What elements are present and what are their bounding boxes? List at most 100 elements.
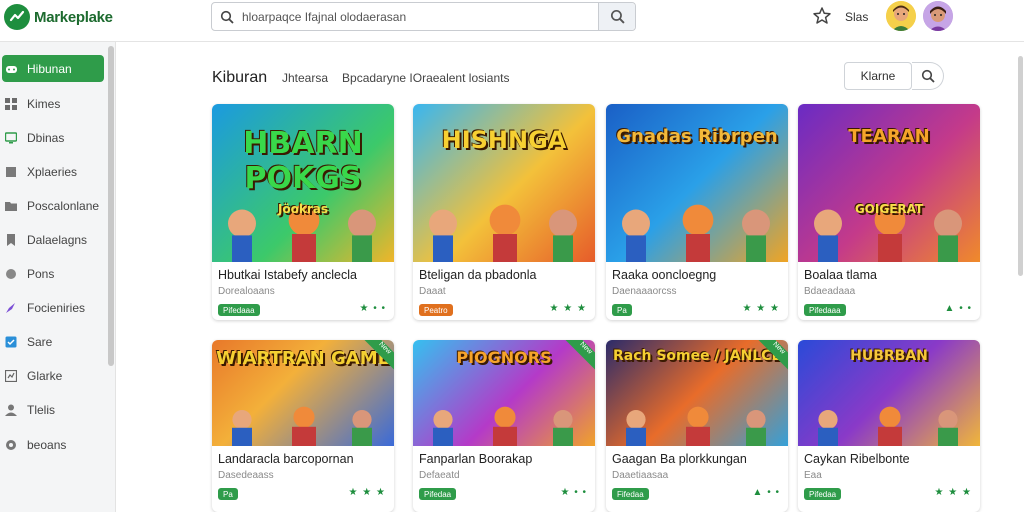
price-badge: Peatro xyxy=(419,304,453,316)
game-subtitle: Dasedeaass xyxy=(218,470,274,481)
filter-search-button[interactable] xyxy=(912,62,944,90)
game-subtitle: Eaa xyxy=(804,470,822,481)
game-title[interactable]: Caykan Ribelbonte xyxy=(804,452,910,466)
game-title[interactable]: Hbutkai Istabefy anclecla xyxy=(218,268,357,282)
sidebar-item-label: Poscalonlane xyxy=(27,198,100,213)
game-card[interactable]: HBARN POKGS Jöokras Hbutkai Istabefy ancle… xyxy=(212,104,394,320)
game-thumbnail[interactable]: TEARAN GOIGERAT xyxy=(798,104,980,262)
game-title[interactable]: Raaka ooncloegng xyxy=(612,268,716,282)
sidebar-item[interactable]: Dalaelagns xyxy=(2,226,104,253)
game-logo-text: HBARN POKGS xyxy=(243,126,363,196)
characters-illustration xyxy=(413,192,595,262)
sort-button[interactable]: Klarne xyxy=(844,62,912,90)
sidebar-item-label: Dbinas xyxy=(27,130,65,145)
price-badge: Pifedaaa xyxy=(218,304,260,316)
sidebar-item-label: Kimes xyxy=(27,96,61,111)
page-scrollbar[interactable] xyxy=(1018,56,1023,276)
avatar[interactable] xyxy=(923,1,953,31)
game-subtitle: Bdaeadaaa xyxy=(804,286,856,297)
tab-secondary[interactable]: Bpcadaryne IOraealent losiants xyxy=(342,71,509,85)
chart-icon xyxy=(4,369,18,382)
sidebar-item[interactable]: Hibunan xyxy=(2,55,104,82)
puzzle-icon xyxy=(5,268,17,280)
sidebar-item[interactable]: Poscalonlane xyxy=(2,192,104,219)
game-card[interactable]: Gnadas Ribrpen Raaka ooncloegng Daenaaaorc… xyxy=(606,104,788,320)
game-card[interactable]: TEARAN GOIGERAT Boalaa tlama Bdaeadaaa Pifed… xyxy=(798,104,980,320)
sidebar-item-label: Tlelis xyxy=(27,402,56,417)
top-bar: Markeplake Slas xyxy=(0,0,1024,42)
game-thumbnail[interactable]: PIOGNORS New xyxy=(413,340,595,446)
characters-illustration xyxy=(606,398,788,446)
logo[interactable]: Markeplake xyxy=(4,4,113,30)
game-card[interactable]: Rach Somee / JANLCE New Gaagan Ba plorkkun… xyxy=(606,340,788,512)
search-icon xyxy=(921,69,935,83)
game-thumbnail[interactable]: HUBRBAN xyxy=(798,340,980,446)
tab-primary[interactable]: Jhtearsa xyxy=(282,71,328,85)
controller-icon xyxy=(5,63,17,75)
sidebar-item-label: Dalaelagns xyxy=(27,232,88,247)
game-thumbnail[interactable]: WIARTRAN GAME New xyxy=(212,340,394,446)
sidebar-item[interactable]: Kimes xyxy=(2,90,104,117)
sidebar-scrollbar[interactable] xyxy=(108,46,114,366)
header-label[interactable]: Slas xyxy=(845,10,868,24)
game-title[interactable]: Boalaa tlama xyxy=(804,268,877,282)
game-logo-text: Rach Somee / JANLCE xyxy=(612,348,782,364)
rocket-icon xyxy=(5,302,17,314)
rating-stars: ▲ • • xyxy=(944,303,972,314)
monitor-icon xyxy=(4,131,18,144)
search-button[interactable] xyxy=(598,3,635,30)
game-logo-text: TEARAN xyxy=(848,126,930,147)
price-badge: Pifedaa xyxy=(804,488,842,500)
game-subtitle: Daenaaaorcss xyxy=(612,286,677,297)
sidebar-item-label: Pons xyxy=(27,266,55,281)
price-badge: Fifedaa xyxy=(612,488,649,500)
sidebar-item[interactable]: Focieniries xyxy=(2,294,104,321)
sidebar-item[interactable]: Glarke xyxy=(2,362,104,389)
avatar[interactable] xyxy=(886,1,916,31)
rating-stars: ★ • • xyxy=(359,303,386,314)
game-title[interactable]: Fanparlan Boorakap xyxy=(419,452,532,466)
game-title[interactable]: Gaagan Ba plorkkungan xyxy=(612,452,747,466)
folder-icon xyxy=(5,200,17,212)
sidebar-item-label: Focieniries xyxy=(27,300,86,315)
sidebar-item[interactable]: beoans xyxy=(2,431,104,458)
sidebar-item[interactable]: Sare xyxy=(2,328,104,355)
checkbox-icon xyxy=(5,336,17,348)
search-input[interactable] xyxy=(242,3,598,30)
game-subtitle: Daaetiaasaa xyxy=(612,470,669,481)
price-badge: Pifedaa xyxy=(419,488,457,500)
game-thumbnail[interactable]: Gnadas Ribrpen xyxy=(606,104,788,262)
game-card[interactable]: HISHNGA Bteligan da pbadonla Daaat Peatro ★ … xyxy=(413,104,595,320)
rating-stars: ▲ • • xyxy=(752,487,780,498)
characters-illustration xyxy=(798,398,980,446)
search-bar xyxy=(211,2,636,31)
game-card[interactable]: WIARTRAN GAME New Landaracla barcopornan Da… xyxy=(212,340,394,512)
gear-icon xyxy=(5,439,17,451)
game-logo-subtext: GOIGERAT xyxy=(854,202,924,216)
sidebar-item[interactable]: Tlelis xyxy=(2,396,104,423)
game-logo-text: WIARTRAN GAME xyxy=(216,348,390,369)
game-card[interactable]: HUBRBAN Caykan Ribelbonte Eaa Pifedaa ★ ★ ★ xyxy=(798,340,980,512)
price-badge: Pa xyxy=(218,488,238,500)
sidebar-item[interactable]: Dbinas xyxy=(2,124,104,151)
characters-illustration xyxy=(606,192,788,262)
game-thumbnail[interactable]: HBARN POKGS Jöokras xyxy=(212,104,394,262)
game-logo-text: PIOGNORS xyxy=(456,348,552,367)
sidebar-item[interactable]: Xplaeries xyxy=(2,158,104,185)
logo-icon xyxy=(4,4,30,30)
favorites-star-icon[interactable] xyxy=(812,6,832,31)
game-thumbnail[interactable]: HISHNGA xyxy=(413,104,595,262)
sidebar-item[interactable]: Pons xyxy=(2,260,104,287)
sidebar-item-label: Sare xyxy=(27,334,53,349)
game-title[interactable]: Landaracla barcopornan xyxy=(218,452,354,466)
game-card[interactable]: PIOGNORS New Fanparlan Boorakap Defaeatd Pif… xyxy=(413,340,595,512)
page-title: Kiburan xyxy=(212,69,268,86)
game-title[interactable]: Bteligan da pbadonla xyxy=(419,268,536,282)
sidebar-item-label: Glarke xyxy=(27,368,63,383)
tab-bar: Jhtearsa Bpcadaryne IOraealent losiants xyxy=(282,71,509,85)
sidebar-item-label: beoans xyxy=(27,437,67,452)
rating-stars: ★ ★ ★ xyxy=(934,487,972,498)
game-logo-text: Gnadas Ribrpen xyxy=(616,126,778,147)
characters-illustration xyxy=(413,398,595,446)
game-thumbnail[interactable]: Rach Somee / JANLCE New xyxy=(606,340,788,446)
